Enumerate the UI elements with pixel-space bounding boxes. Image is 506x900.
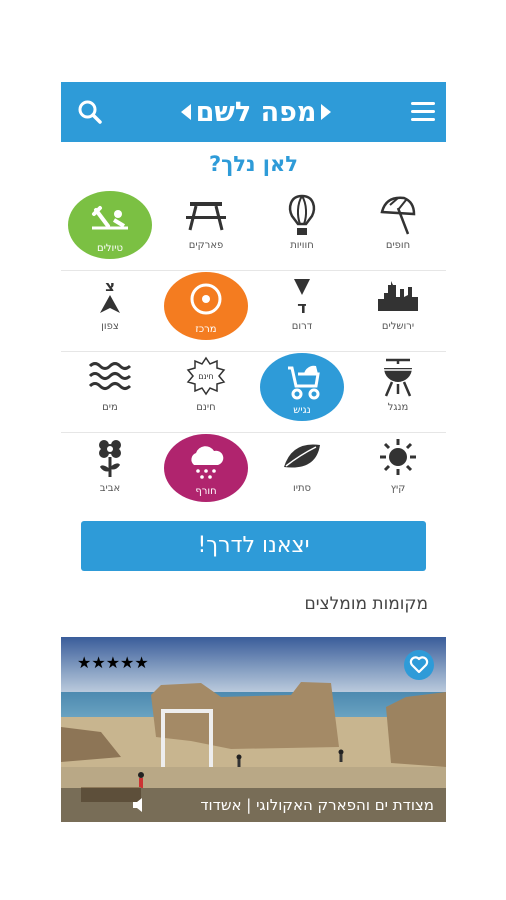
category-bbq[interactable]: מנגל: [350, 352, 446, 432]
category-autumn[interactable]: סתיו: [254, 433, 350, 513]
category-experiences[interactable]: חוויות: [254, 190, 350, 270]
category-beaches[interactable]: חופים: [350, 190, 446, 270]
category-south[interactable]: ד דרום: [254, 271, 350, 351]
category-label: טיולים: [96, 243, 123, 254]
north-arrow-icon: צ: [100, 277, 120, 313]
category-label: מים: [102, 402, 118, 413]
favorite-button[interactable]: [404, 650, 434, 680]
category-free[interactable]: חינם חינם: [158, 352, 254, 432]
category-label: חינם: [196, 402, 216, 413]
search-button[interactable]: [77, 99, 103, 125]
start-trip-button[interactable]: יצאנו לדרך!: [81, 521, 426, 571]
flower-icon: [99, 440, 121, 477]
category-winter[interactable]: חורף: [158, 433, 254, 513]
category-row: מנגל נגיש חינם חינם מים: [61, 352, 446, 433]
app-header: מפה לשם: [61, 82, 446, 142]
hamburger-icon-line: [411, 118, 435, 121]
category-row: חופים חוויות פארקים טיולים: [61, 190, 446, 271]
beach-umbrella-icon: [380, 196, 416, 235]
category-trips[interactable]: טיולים: [62, 190, 158, 270]
hamburger-icon: [411, 102, 435, 105]
svg-text:ד: ד: [297, 298, 306, 317]
sun-icon: [380, 439, 416, 475]
heart-icon: [409, 656, 429, 674]
logo-text: מפה לשם: [196, 97, 317, 128]
rain-cloud-icon: [191, 446, 224, 479]
category-label: מרכז: [195, 324, 217, 335]
category-label: נגיש: [293, 405, 311, 416]
category-label: ירושלים: [381, 321, 415, 332]
svg-text:חינם: חינם: [198, 372, 214, 381]
menu-button[interactable]: [408, 97, 438, 127]
svg-text:צ: צ: [105, 277, 115, 295]
south-arrow-icon: ד: [294, 279, 310, 317]
category-label: חופים: [385, 240, 411, 251]
category-row: ירושלים ד דרום מרכז צ צפון: [61, 271, 446, 352]
category-summer[interactable]: קיץ: [350, 433, 446, 513]
app-logo: מפה לשם: [181, 97, 331, 128]
free-badge-icon: חינם: [186, 356, 226, 396]
picnic-table-icon: [186, 202, 226, 231]
star-rating: ★★★★★: [77, 653, 149, 672]
category-label: קיץ: [390, 483, 406, 494]
category-parks[interactable]: פארקים: [158, 190, 254, 270]
category-jerusalem[interactable]: ירושלים: [350, 271, 446, 351]
hamburger-icon-line: [411, 110, 435, 113]
search-icon: [78, 100, 102, 124]
category-center[interactable]: מרכז: [158, 271, 254, 351]
category-spring[interactable]: אביב: [62, 433, 158, 513]
category-label: חורף: [195, 486, 217, 497]
category-north[interactable]: צ צפון: [62, 271, 158, 351]
category-label: סתיו: [292, 483, 312, 494]
center-target-icon: [190, 283, 222, 315]
speaker-icon[interactable]: [131, 796, 149, 814]
category-grid: חופים חוויות פארקים טיולים ירושלים ד דרו…: [61, 190, 446, 513]
category-label: דרום: [291, 321, 313, 332]
category-label: פארקים: [188, 240, 224, 251]
category-label: מנגל: [387, 402, 409, 413]
card-caption-bar: מצודת ים והפארק האקולוגי | אשדוד: [61, 788, 446, 822]
category-water[interactable]: מים: [62, 352, 158, 432]
page-title: לאן נלך?: [208, 152, 299, 176]
app-screen: מפה לשם לאן נלך? חופים חוויות פארקים טיו…: [61, 82, 446, 822]
category-row: קיץ סתיו חורף אביב: [61, 433, 446, 513]
leaf-icon: [284, 444, 320, 468]
recommended-title: מקומות מומלצים: [304, 594, 428, 614]
category-label: חוויות: [290, 240, 314, 251]
hiking-icon: [92, 206, 128, 230]
jerusalem-skyline-icon: [378, 281, 418, 311]
category-label: צפון: [101, 321, 119, 332]
recommended-card[interactable]: ★★★★★ מצודת ים והפארק האקולוגי | אשדוד: [61, 637, 446, 822]
category-label: אביב: [99, 483, 121, 494]
category-accessible[interactable]: נגיש: [254, 352, 350, 432]
bbq-grill-icon: [384, 358, 412, 397]
hot-air-balloon-icon: [288, 194, 316, 235]
water-waves-icon: [88, 362, 132, 390]
stroller-icon: [288, 365, 320, 400]
card-caption: מצודת ים והפארק האקולוגי | אשדוד: [200, 796, 434, 814]
